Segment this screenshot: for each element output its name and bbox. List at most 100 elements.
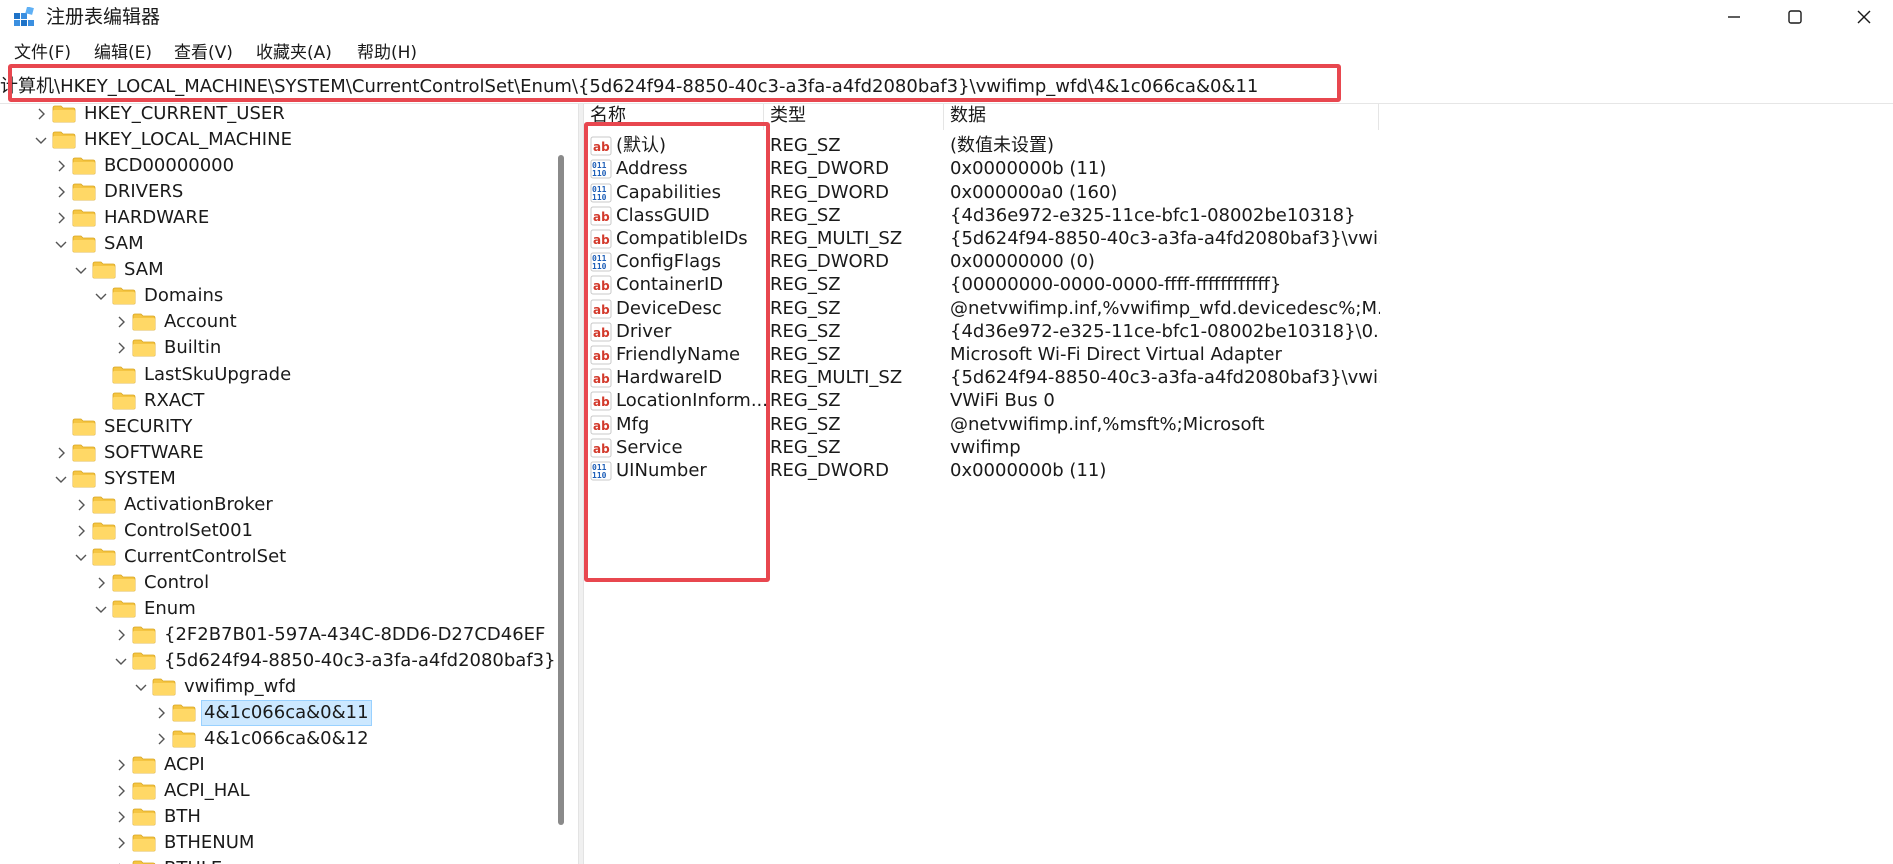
- key-tree[interactable]: HKEY_CURRENT_USER HKEY_LOCAL_MACHINE BCD00…: [0, 104, 578, 864]
- tree-item[interactable]: SAM: [70, 257, 166, 283]
- tree-item[interactable]: SECURITY: [50, 414, 194, 440]
- tree-item[interactable]: SOFTWARE: [50, 440, 206, 466]
- chevron-right-icon[interactable]: [110, 778, 132, 804]
- tree-item[interactable]: Domains: [90, 283, 225, 309]
- chevron-down-icon[interactable]: [50, 466, 72, 492]
- tree-item[interactable]: vwifimp_wfd: [130, 674, 298, 700]
- maximize-icon: [1788, 10, 1802, 24]
- folder-icon: [172, 729, 198, 749]
- tree-item[interactable]: Account: [110, 309, 239, 335]
- tree-item-label: vwifimp_wfd: [184, 676, 297, 698]
- chevron-right-icon[interactable]: [50, 205, 72, 231]
- tree-item[interactable]: {2F2B7B01-597A-434C-8DD6-D27CD46EF: [110, 622, 547, 648]
- tree-item[interactable]: HARDWARE: [50, 205, 211, 231]
- tree-item-label: RXACT: [144, 389, 205, 411]
- folder-icon: [132, 755, 158, 775]
- tree-item[interactable]: BTH: [110, 804, 203, 830]
- tree-item[interactable]: BTHENUM: [110, 830, 256, 856]
- menu-view[interactable]: 查看(V): [174, 40, 233, 66]
- chevron-down-icon[interactable]: [70, 257, 92, 283]
- menu-edit[interactable]: 编辑(E): [94, 40, 152, 66]
- folder-icon: [72, 469, 98, 489]
- tree-item[interactable]: RXACT: [90, 388, 206, 414]
- tree-item[interactable]: 4&1c066ca&0&11: [150, 700, 372, 727]
- folder-icon: [132, 625, 158, 645]
- chevron-right-icon[interactable]: [30, 104, 52, 127]
- tree-item[interactable]: ActivationBroker: [70, 492, 275, 518]
- tree-item[interactable]: Control: [90, 570, 211, 596]
- menu-help[interactable]: 帮助(H): [357, 40, 417, 66]
- tree-item[interactable]: SYSTEM: [50, 466, 178, 492]
- tree-item[interactable]: Builtin: [110, 335, 223, 361]
- tree-item[interactable]: BTHLE: [110, 856, 224, 864]
- folder-icon: [132, 859, 158, 864]
- chevron-right-icon[interactable]: [50, 179, 72, 205]
- tree-item[interactable]: Enum: [90, 596, 198, 622]
- tree-item-label: 4&1c066ca&0&12: [204, 728, 369, 750]
- tree-item[interactable]: HKEY_CURRENT_USER: [30, 104, 287, 127]
- folder-icon: [112, 391, 138, 411]
- chevron-right-icon[interactable]: [110, 309, 132, 335]
- menu-favorites[interactable]: 收藏夹(A): [256, 40, 332, 66]
- minimize-button[interactable]: [1705, 0, 1763, 34]
- chevron-right-icon[interactable]: [70, 518, 92, 544]
- chevron-right-icon[interactable]: [110, 804, 132, 830]
- chevron-right-icon[interactable]: [110, 752, 132, 778]
- tree-scrollbar[interactable]: [558, 155, 564, 825]
- folder-icon: [92, 260, 118, 280]
- value-type: REG_DWORD: [770, 460, 890, 481]
- folder-icon: [132, 833, 158, 853]
- folder-icon: [172, 703, 198, 723]
- folder-icon: [152, 677, 178, 697]
- value-list[interactable]: 名称 类型 数据 ab (默认) REG_SZ (数值未设置) 011 110 Addres…: [584, 104, 1893, 864]
- close-icon: [1857, 10, 1871, 24]
- menu-file[interactable]: 文件(F): [14, 40, 71, 66]
- folder-icon: [112, 365, 138, 385]
- tree-item[interactable]: ControlSet001: [70, 518, 255, 544]
- chevron-right-icon[interactable]: [110, 856, 132, 864]
- chevron-down-icon[interactable]: [130, 674, 152, 700]
- tree-item[interactable]: HKEY_LOCAL_MACHINE: [30, 127, 294, 153]
- chevron-down-icon[interactable]: [90, 596, 112, 622]
- chevron-down-icon[interactable]: [30, 127, 52, 153]
- chevron-down-icon[interactable]: [70, 544, 92, 570]
- close-button[interactable]: [1835, 0, 1893, 34]
- chevron-right-icon[interactable]: [150, 700, 172, 726]
- chevron-right-icon[interactable]: [50, 153, 72, 179]
- chevron-right-icon[interactable]: [110, 622, 132, 648]
- chevron-right-icon[interactable]: [150, 726, 172, 752]
- value-data: 0x0000000b (11): [950, 460, 1107, 481]
- folder-icon: [112, 286, 138, 306]
- chevron-right-icon[interactable]: [70, 492, 92, 518]
- tree-item-label: Control: [144, 571, 210, 593]
- tree-item-label: SYSTEM: [104, 467, 176, 489]
- tree-item[interactable]: BCD00000000: [50, 153, 236, 179]
- tree-item[interactable]: LastSkuUpgrade: [90, 362, 293, 388]
- name-column-highlight-box: [584, 122, 770, 582]
- tree-item-label: {2F2B7B01-597A-434C-8DD6-D27CD46EF: [164, 624, 546, 645]
- column-header-data[interactable]: 数据: [944, 104, 1379, 130]
- folder-icon: [112, 599, 138, 619]
- chevron-right-icon[interactable]: [110, 335, 132, 361]
- chevron-right-icon[interactable]: [90, 570, 112, 596]
- tree-item[interactable]: ACPI_HAL: [110, 778, 252, 804]
- menu-bar: 文件(F) 编辑(E) 查看(V) 收藏夹(A) 帮助(H): [0, 40, 1893, 66]
- tree-item[interactable]: ACPI: [110, 752, 207, 778]
- tree-item[interactable]: 4&1c066ca&0&12: [150, 726, 371, 752]
- tree-item[interactable]: {5d624f94-8850-40c3-a3fa-a4fd2080baf3}: [110, 648, 558, 674]
- tree-item[interactable]: DRIVERS: [50, 179, 185, 205]
- tree-item-label: CurrentControlSet: [124, 545, 287, 567]
- maximize-button[interactable]: [1766, 0, 1824, 34]
- chevron-down-icon[interactable]: [90, 283, 112, 309]
- chevron-down-icon[interactable]: [50, 231, 72, 257]
- chevron-down-icon[interactable]: [110, 648, 132, 674]
- column-header-type[interactable]: 类型: [764, 104, 944, 130]
- tree-item[interactable]: CurrentControlSet: [70, 544, 288, 570]
- tree-item[interactable]: SAM: [50, 231, 146, 257]
- value-row[interactable]: 011 110 UINumber REG_DWORD 0x0000000b (11): [584, 457, 1893, 485]
- chevron-right-icon[interactable]: [110, 830, 132, 856]
- chevron-right-icon[interactable]: [50, 440, 72, 466]
- tree-item-label: HKEY_LOCAL_MACHINE: [84, 129, 292, 151]
